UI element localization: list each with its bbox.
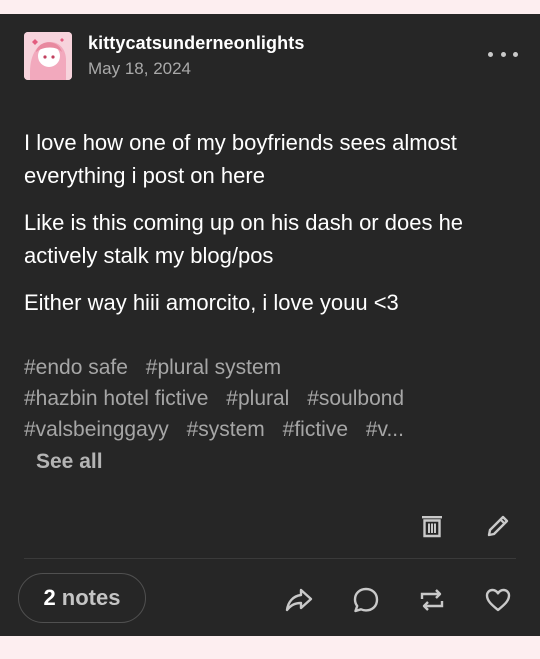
reply-button[interactable] — [351, 585, 381, 615]
tag-link[interactable]: #system — [187, 418, 265, 441]
heart-icon — [485, 588, 511, 612]
tag-link[interactable]: #v... — [366, 418, 404, 441]
tag-link[interactable]: #soulbond — [307, 387, 404, 410]
blog-avatar[interactable] — [24, 32, 72, 80]
post-body: I love how one of my boyfriends sees alm… — [24, 126, 520, 333]
blog-name-link[interactable]: kittycatsunderneonlights — [88, 33, 304, 54]
tag-link[interactable]: #plural system — [146, 356, 281, 379]
reblog-icon — [420, 589, 444, 611]
reblog-button[interactable] — [417, 585, 447, 615]
share-button[interactable] — [284, 585, 314, 615]
post-paragraph: Like is this coming up on his dash or do… — [24, 210, 464, 268]
avatar-image — [24, 32, 72, 80]
see-all-tags-button[interactable]: See all — [36, 450, 103, 474]
tag-link[interactable]: #plural — [226, 387, 289, 410]
post-card: kittycatsunderneonlights May 18, 2024 I … — [0, 14, 540, 636]
more-dot — [488, 51, 493, 57]
more-dot — [513, 51, 518, 57]
tag-link[interactable]: #endo safe — [24, 356, 128, 379]
post-tags: #endo safe #plural system #hazbin hotel … — [24, 352, 520, 445]
post-date: May 18, 2024 — [88, 59, 192, 78]
post-paragraph: Either way hiii amorcito, i love youu <3 — [24, 290, 399, 315]
more-dot — [500, 51, 506, 57]
reply-icon — [353, 587, 379, 613]
pencil-icon — [487, 515, 509, 537]
trash-icon — [422, 516, 442, 538]
tag-link[interactable]: #fictive — [283, 418, 348, 441]
like-button[interactable] — [483, 585, 513, 615]
notes-button[interactable]: 2 notes — [18, 573, 146, 623]
edit-button[interactable] — [484, 512, 512, 540]
notes-count: 2 — [43, 585, 56, 610]
tag-link[interactable]: #hazbin hotel fictive — [24, 387, 208, 410]
share-icon — [285, 588, 313, 612]
tag-link[interactable]: #valsbeinggayy — [24, 418, 169, 441]
footer-divider — [24, 558, 516, 559]
notes-label: notes — [61, 585, 121, 610]
more-options-button[interactable] — [488, 44, 518, 64]
post-paragraph: I love how one of my boyfriends sees alm… — [24, 130, 457, 188]
delete-button[interactable] — [418, 512, 446, 540]
